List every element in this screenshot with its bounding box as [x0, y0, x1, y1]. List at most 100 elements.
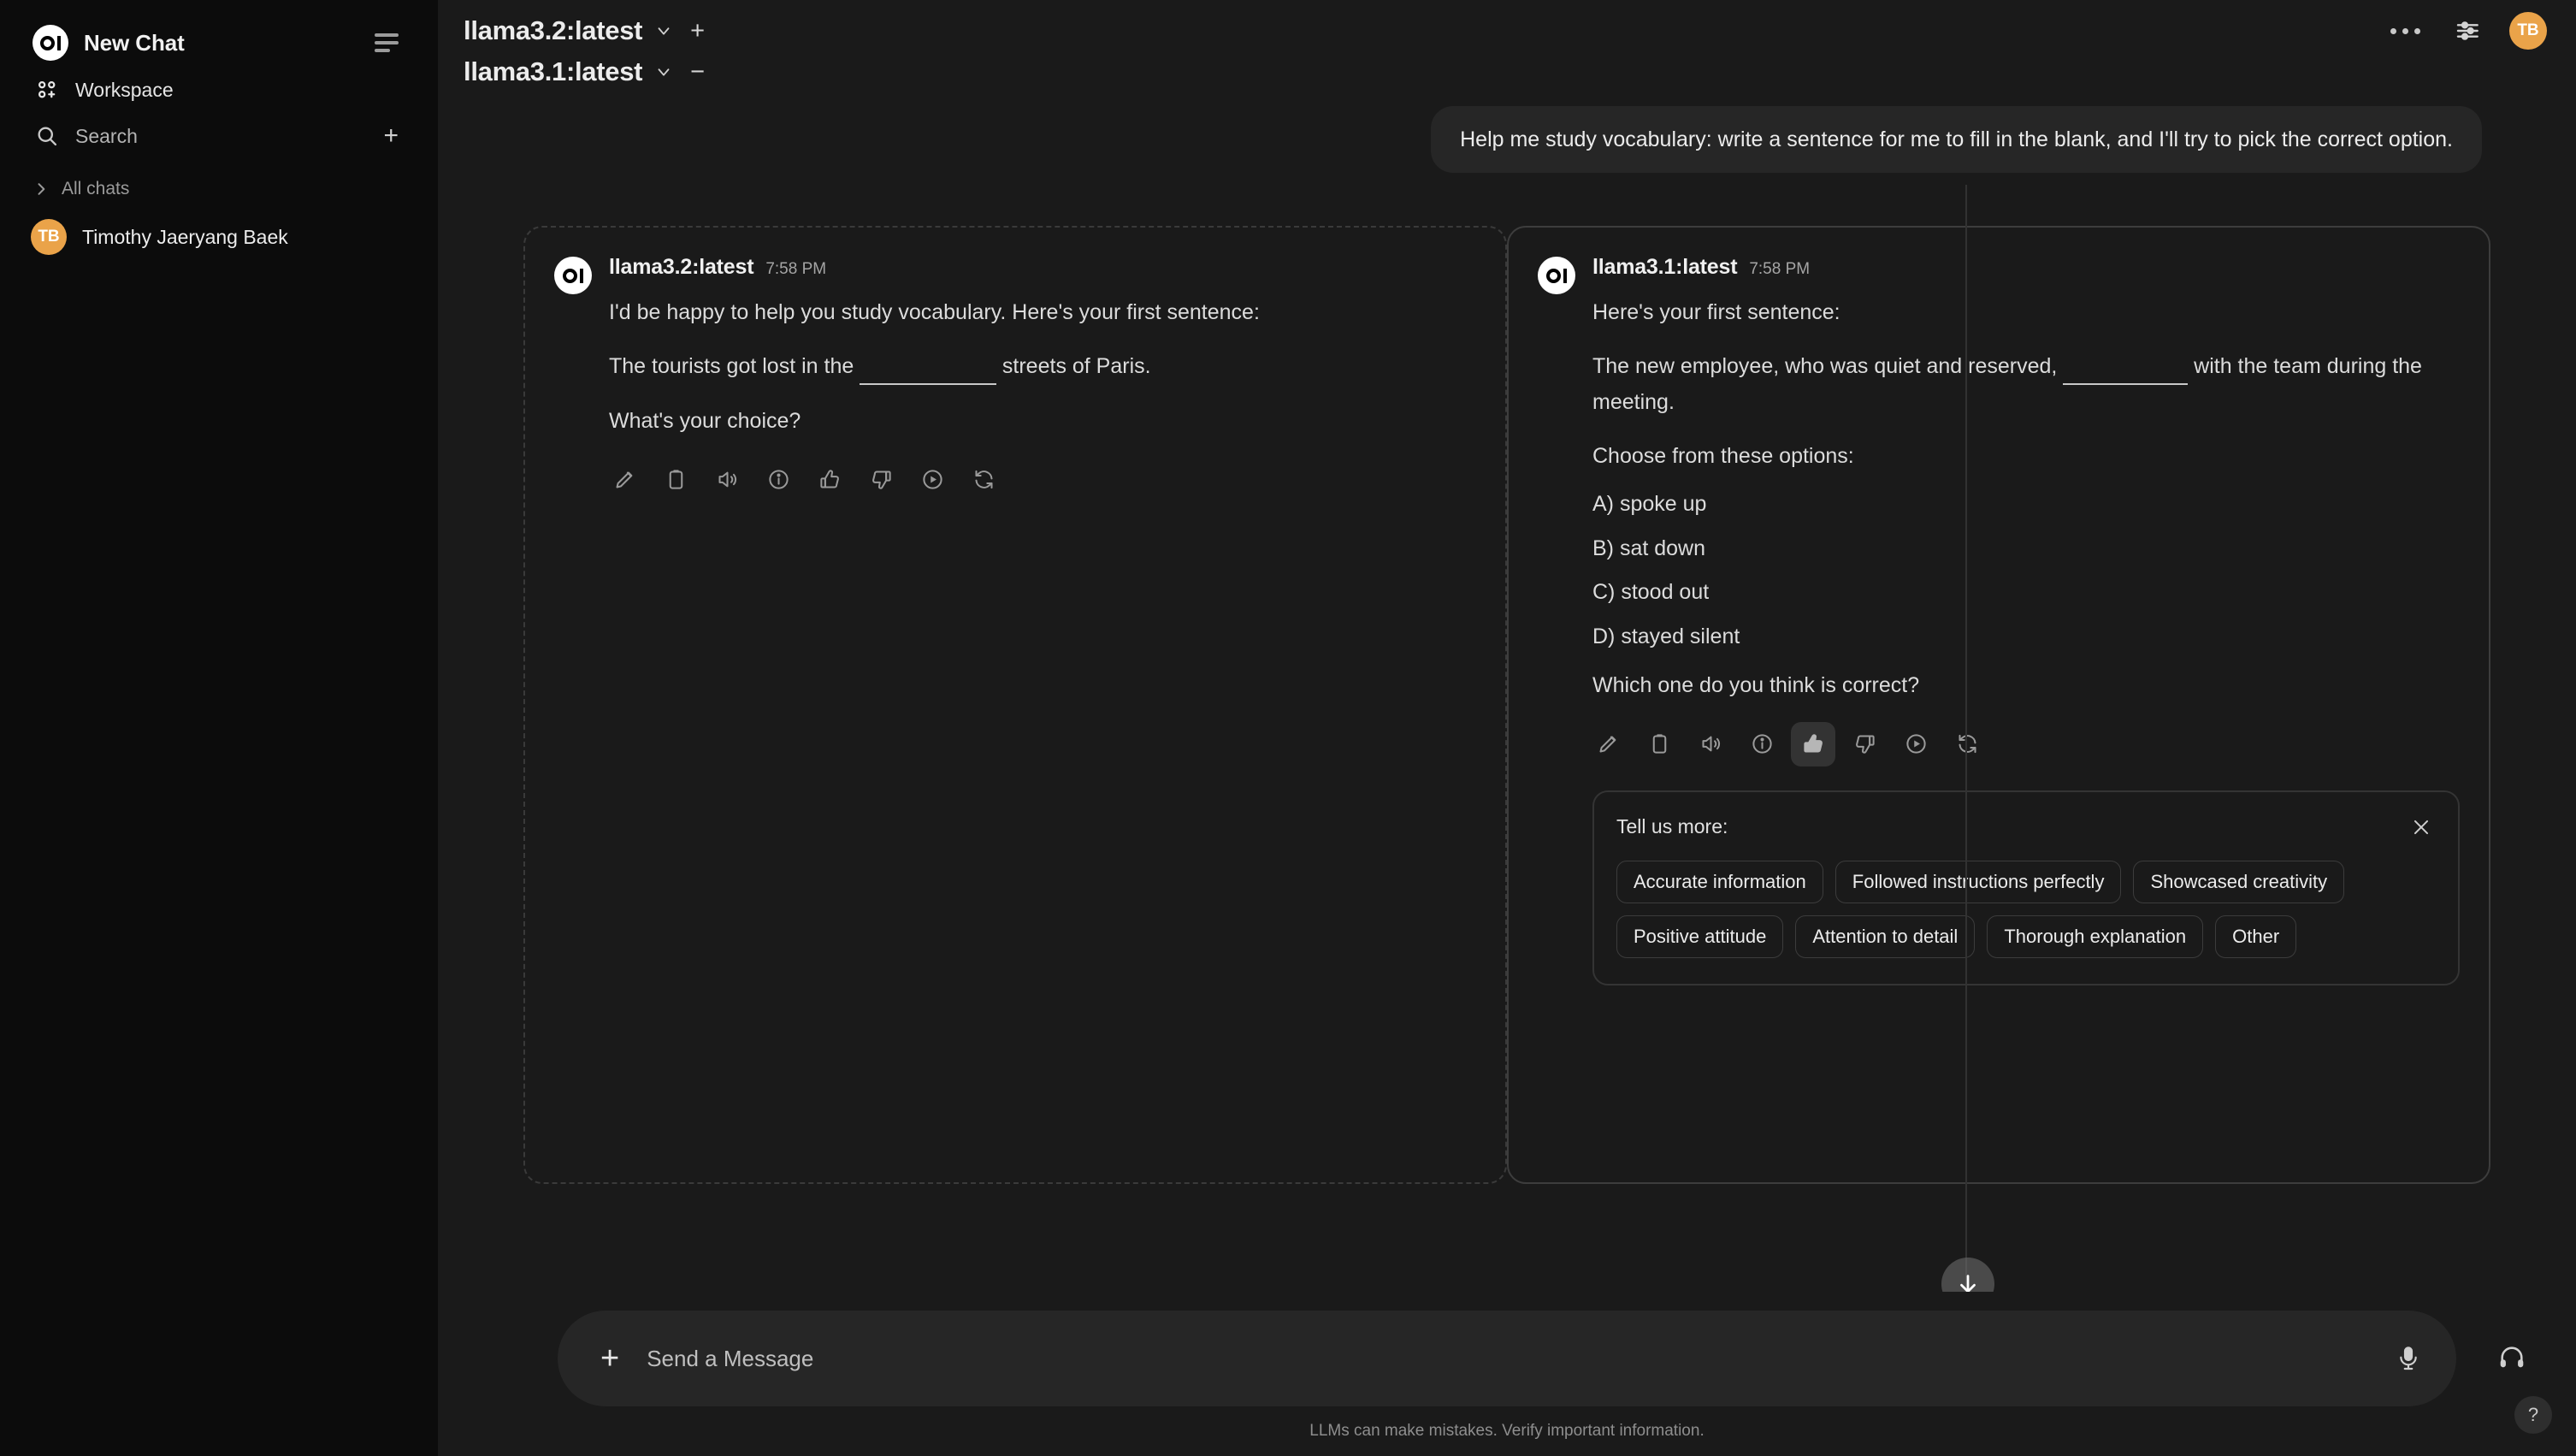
search-icon — [32, 124, 62, 148]
user-message-row: Help me study vocabulary: write a senten… — [472, 74, 2542, 174]
response-paragraph-3: Choose from these options: — [1592, 443, 1854, 468]
copy-icon[interactable] — [1637, 722, 1681, 766]
composer-zone: + LLMs can make mistakes. Verify importa… — [438, 1292, 2576, 1456]
option-d: D) stayed silent — [1592, 624, 1740, 648]
sidebar-user-profile[interactable]: TB Timothy Jaeryang Baek — [17, 209, 421, 265]
feedback-title: Tell us more: — [1616, 815, 1728, 838]
thumbs-up-icon[interactable] — [807, 458, 852, 502]
card-body: llama3.1:latest 7:58 PM Here's your firs… — [1592, 255, 2460, 985]
user-message-bubble: Help me study vocabulary: write a senten… — [1431, 106, 2482, 174]
search-label: Search — [75, 124, 138, 147]
regenerate-icon[interactable] — [1945, 722, 1989, 766]
response-paragraph-3: What's your choice? — [609, 409, 801, 434]
model-name-label: llama3.1:latest — [1592, 255, 1738, 280]
workspace-grid-icon — [32, 78, 62, 102]
info-icon[interactable] — [1740, 722, 1784, 766]
message-composer[interactable]: + — [558, 1311, 2456, 1406]
new-chat-label: New Chat — [84, 29, 185, 56]
message-meta: llama3.2:latest 7:58 PM — [609, 255, 1476, 280]
play-circle-icon[interactable] — [910, 458, 954, 502]
message-input[interactable] — [647, 1345, 2374, 1372]
microphone-icon[interactable] — [2395, 1345, 2422, 1372]
edit-icon[interactable] — [1586, 722, 1630, 766]
fill-in-blank — [2063, 349, 2189, 386]
response-paragraph-2: The new employee, who was quiet and rese… — [1592, 349, 2460, 420]
composer-actions — [2395, 1345, 2422, 1372]
speaker-icon[interactable] — [705, 458, 749, 502]
info-icon[interactable] — [756, 458, 801, 502]
sidebar-item-workspace[interactable]: Workspace — [22, 67, 416, 113]
message-meta: llama3.1:latest 7:58 PM — [1592, 255, 2460, 280]
timestamp: 7:58 PM — [765, 260, 827, 279]
workspace-label: Workspace — [75, 78, 174, 101]
sidebar: New Chat Workspace Search + All chats TB… — [0, 0, 438, 1456]
response-cards: llama3.2:latest 7:58 PM I'd be happy to … — [472, 173, 2542, 1185]
sidebar-top: New Chat — [0, 0, 438, 67]
chevron-right-icon — [32, 181, 50, 198]
regenerate-icon[interactable] — [961, 458, 1006, 502]
timestamp: 7:58 PM — [1749, 260, 1811, 279]
thumbs-down-icon[interactable] — [1842, 722, 1887, 766]
open-webui-logo-icon — [554, 257, 592, 295]
thumbs-down-icon[interactable] — [859, 458, 903, 502]
thumbs-up-icon[interactable] — [1791, 721, 1835, 766]
avatar[interactable]: TB — [2509, 12, 2547, 50]
copy-icon[interactable] — [653, 458, 698, 502]
ellipsis-icon[interactable] — [2384, 21, 2427, 41]
feedback-tag[interactable]: Positive attitude — [1616, 914, 1784, 958]
feedback-tag-list: Accurate information Followed instructio… — [1616, 860, 2436, 958]
speaker-icon[interactable] — [1688, 722, 1733, 766]
top-bar-actions: TB — [2384, 12, 2547, 50]
open-webui-logo-icon — [32, 25, 68, 61]
new-chat-button[interactable]: New Chat — [22, 19, 416, 67]
option-c: C) stood out — [1592, 580, 1710, 605]
response-paragraph-1: Here's your first sentence: — [1592, 300, 1840, 325]
card-divider — [1965, 185, 1967, 1408]
hamburger-icon[interactable] — [368, 27, 405, 59]
response-paragraph-4: Which one do you think is correct? — [1592, 673, 1920, 698]
sentence-prefix: The new employee, who was quiet and rese… — [1592, 353, 2064, 378]
avatar: TB — [31, 219, 67, 255]
feedback-tag[interactable]: Attention to detail — [1795, 914, 1976, 958]
add-model-button[interactable]: + — [685, 18, 710, 44]
feedback-tag[interactable]: Showcased creativity — [2133, 860, 2345, 903]
sliders-icon[interactable] — [2455, 17, 2482, 44]
open-webui-logo-icon — [1538, 257, 1575, 295]
model-name-label: llama3.2:latest — [609, 255, 754, 280]
option-b: B) sat down — [1592, 536, 1706, 560]
new-chat-plus-button[interactable]: + — [376, 120, 405, 152]
card-header: llama3.2:latest 7:58 PM I'd be happy to … — [554, 255, 1476, 502]
close-icon[interactable] — [2407, 813, 2436, 842]
model-row-1: llama3.2:latest + — [464, 12, 710, 50]
response-card-llama32[interactable]: llama3.2:latest 7:58 PM I'd be happy to … — [523, 226, 1507, 1185]
sentence-suffix: streets of Paris. — [996, 353, 1151, 378]
headphone-icon[interactable] — [2497, 1343, 2526, 1372]
card-header: llama3.1:latest 7:58 PM Here's your firs… — [1538, 255, 2460, 985]
option-a: A) spoke up — [1592, 492, 1707, 517]
user-name-label: Timothy Jaeryang Baek — [82, 225, 288, 248]
chevron-down-icon[interactable] — [654, 21, 673, 40]
model-selector-1[interactable]: llama3.2:latest — [464, 15, 642, 46]
top-bar: llama3.2:latest + llama3.1:latest − TB — [438, 0, 2576, 86]
conversation-area: Help me study vocabulary: write a senten… — [438, 74, 2576, 1408]
feedback-tag[interactable]: Accurate information — [1616, 860, 1823, 903]
feedback-tag[interactable]: Thorough explanation — [1987, 914, 2204, 958]
app-root: New Chat Workspace Search + All chats TB… — [0, 0, 2576, 1456]
response-paragraph-1: I'd be happy to help you study vocabular… — [609, 300, 1260, 325]
sentence-prefix: The tourists got lost in the — [609, 353, 860, 378]
feedback-panel: Tell us more: Accurate information Follo… — [1592, 790, 2460, 985]
response-paragraph-2: The tourists got lost in the streets of … — [609, 349, 1476, 386]
sidebar-item-search[interactable]: Search + — [22, 113, 416, 159]
disclaimer-text: LLMs can make mistakes. Verify important… — [1309, 1422, 1705, 1440]
response-card-llama31[interactable]: llama3.1:latest 7:58 PM Here's your firs… — [1507, 226, 2490, 1185]
feedback-tag[interactable]: Followed instructions perfectly — [1835, 860, 2122, 903]
help-button[interactable]: ? — [2514, 1396, 2552, 1434]
play-circle-icon[interactable] — [1894, 722, 1938, 766]
attach-plus-button[interactable]: + — [592, 1337, 628, 1380]
message-actions-left — [602, 458, 1476, 502]
message-actions-right — [1586, 721, 2460, 766]
all-chats-toggle[interactable]: All chats — [22, 169, 416, 209]
feedback-tag[interactable]: Other — [2215, 914, 2297, 958]
main-panel: llama3.2:latest + llama3.1:latest − TB H… — [438, 0, 2576, 1456]
edit-icon[interactable] — [602, 458, 647, 502]
